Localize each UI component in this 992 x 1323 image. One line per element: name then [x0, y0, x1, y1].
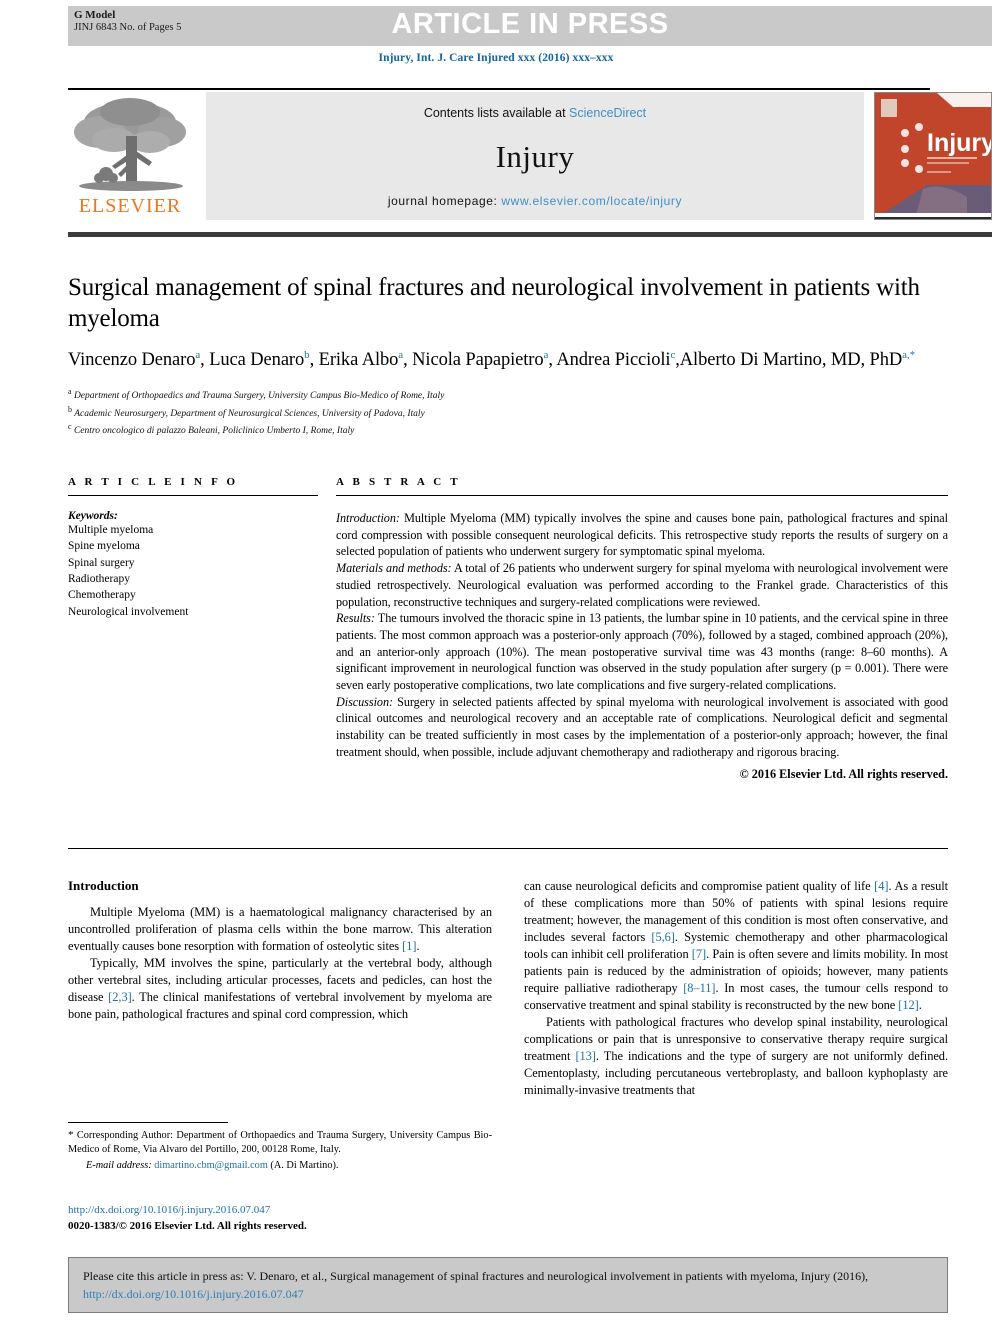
journal-cover-thumbnail: Injury: [874, 92, 992, 220]
article-info-heading: A R T I C L E I N F O: [68, 476, 239, 488]
citation-reference[interactable]: [2,3]: [108, 990, 132, 1004]
author-affiliation-marker: b: [304, 349, 310, 361]
journal-citation-line: Injury, Int. J. Care Injured xxx (2016) …: [378, 52, 614, 64]
affiliation-item: a Department of Orthopaedics and Trauma …: [68, 386, 445, 401]
citation-reference[interactable]: [8–11]: [683, 981, 715, 995]
abstract-section-label: Materials and methods:: [336, 561, 452, 576]
email-owner: (A. Di Martino).: [270, 1160, 339, 1172]
abstract-heading: A B S T R A C T: [336, 476, 461, 488]
keyword-item: Chemotherapy: [68, 589, 136, 602]
author-affiliation-marker: a: [195, 349, 201, 361]
citation-reference[interactable]: [12]: [898, 998, 919, 1012]
doi-link[interactable]: http://dx.doi.org/10.1016/j.injury.2016.…: [68, 1203, 492, 1219]
abstract-copyright: © 2016 Elsevier Ltd. All rights reserved…: [739, 766, 948, 781]
corresponding-author-text: Corresponding Author: Department of Orth…: [68, 1130, 492, 1156]
article-title-block: Surgical management of spinal fractures …: [68, 272, 948, 439]
journal-homepage-line: journal homepage: www.elsevier.com/locat…: [388, 194, 682, 208]
info-abstract-section: A R T I C L E I N F O A B S T R A C T Ke…: [68, 476, 948, 782]
author-affiliation-marker: a: [398, 349, 404, 361]
abstract-paragraph: Discussion: Surgery in selected patients…: [336, 694, 948, 759]
keyword-item: Neurological involvement: [68, 605, 189, 618]
journal-banner: Contents lists available at ScienceDirec…: [206, 92, 864, 220]
elsevier-wordmark: ELSEVIER: [78, 195, 182, 217]
email-label: E-mail address:: [86, 1160, 152, 1172]
affiliation-item: c Centro oncologico di palazzo Baleani, …: [68, 422, 355, 437]
cite-doi-link[interactable]: http://dx.doi.org/10.1016/j.injury.2016.…: [83, 1287, 304, 1301]
doi-and-issn-block: http://dx.doi.org/10.1016/j.injury.2016.…: [68, 1203, 492, 1235]
contents-prefix: Contents lists available at: [423, 106, 570, 120]
contents-available-line: Contents lists available at ScienceDirec…: [424, 106, 646, 120]
citation-reference[interactable]: [1]: [402, 939, 416, 953]
keywords-block: Keywords: Multiple myeloma Spine myeloma S…: [68, 510, 318, 782]
introduction-heading: Introduction: [68, 878, 139, 893]
keywords-items: Multiple myeloma Spine myeloma Spinal surg…: [68, 522, 318, 620]
affiliation-item: b Academic Neurosurgery, Department of N…: [68, 404, 425, 419]
journal-cover-image: Injury: [875, 93, 991, 219]
body-paragraph: Multiple Myeloma (MM) is a haematologica…: [68, 905, 492, 953]
body-columns: Introduction Multiple Myeloma (MM) is a …: [68, 878, 948, 1099]
citation-reference[interactable]: [4]: [874, 879, 888, 893]
corresponding-author-footnote: * Corresponding Author: Department of Or…: [68, 1128, 492, 1174]
author-affiliation-marker: c: [670, 349, 676, 361]
body-column-right: can cause neurological deficits and comp…: [524, 878, 948, 1099]
issn-copyright-line: 0020-1383/© 2016 Elsevier Ltd. All right…: [68, 1219, 307, 1232]
article-info-divider: [68, 495, 318, 496]
citation-reference[interactable]: [7]: [692, 947, 706, 961]
keyword-item: Spinal surgery: [68, 556, 135, 569]
abstract-section-label: Discussion:: [336, 694, 394, 709]
elsevier-tree-icon: [74, 98, 186, 191]
cite-prefix: Please cite this article in press as: V.…: [83, 1269, 869, 1283]
keywords-label: Keywords:: [68, 510, 118, 522]
email-link[interactable]: dimartino.cbm@gmail.com: [154, 1160, 268, 1171]
abstract-divider: [336, 495, 948, 496]
author-name: Vincenzo Denaro: [68, 350, 196, 371]
body-paragraph: Typically, MM involves the spine, partic…: [68, 955, 492, 1021]
author-affiliation-marker: a: [543, 349, 549, 361]
author-name: Luca Denaro: [209, 350, 305, 371]
author-name: Alberto Di Martino, MD, PhD: [679, 350, 903, 371]
author-name: Andrea Piccioli: [556, 350, 671, 371]
email-line: E-mail address: dimartino.cbm@gmail.com …: [68, 1159, 492, 1173]
keyword-item: Radiotherapy: [68, 572, 130, 585]
abstract-paragraph: Introduction: Multiple Myeloma (MM) typi…: [336, 511, 948, 559]
affiliation-list: a Department of Orthopaedics and Trauma …: [68, 386, 948, 440]
footnote-divider: [68, 1122, 228, 1123]
body-paragraph: can cause neurological deficits and comp…: [524, 879, 948, 1012]
author-list: Vincenzo Denaroa, Luca Denarob, Erika Al…: [68, 349, 915, 371]
header-top-divider: [68, 88, 930, 90]
corresponding-author-line: * Corresponding Author: Department of Or…: [68, 1128, 492, 1157]
sciencedirect-link[interactable]: ScienceDirect: [569, 106, 646, 120]
header-bottom-divider: [68, 232, 992, 237]
abstract-section-label: Introduction:: [336, 511, 400, 525]
intro-right-paragraphs: can cause neurological deficits and comp…: [524, 878, 948, 1099]
body-top-divider: [68, 848, 948, 849]
cite-text: Please cite this article in press as: V.…: [83, 1267, 933, 1303]
body-column-left: Introduction Multiple Myeloma (MM) is a …: [68, 878, 492, 1099]
citation-reference[interactable]: [13]: [575, 1049, 596, 1063]
body-paragraph: Patients with pathological fractures who…: [524, 1014, 948, 1097]
author-name: Erika Albo: [318, 350, 399, 371]
abstract-paragraph: Materials and methods: A total of 26 pat…: [336, 561, 948, 609]
abstract-paragraphs: Introduction: Multiple Myeloma (MM) typi…: [336, 510, 948, 761]
abstract-block: Introduction: Multiple Myeloma (MM) typi…: [336, 510, 948, 782]
intro-left-paragraphs: Multiple Myeloma (MM) is a haematologica…: [68, 904, 492, 1023]
author-name: Nicola Papapietro: [412, 350, 544, 371]
abstract-section-label: Results:: [336, 611, 375, 626]
article-in-press-banner: G Model JINJ 6843 No. of Pages 5 ARTICLE…: [68, 6, 992, 46]
author-affiliation-marker: a,*: [902, 349, 915, 361]
abstract-paragraph: Results: The tumours involved the thorac…: [336, 611, 948, 693]
sciencedirect-header: ELSEVIER Contents lists available at Sci…: [68, 92, 992, 222]
homepage-prefix: journal homepage:: [387, 194, 502, 208]
cite-this-article-box: Please cite this article in press as: V.…: [68, 1257, 948, 1313]
page-title: Surgical management of spinal fractures …: [68, 274, 920, 332]
svg-text:Injury: Injury: [927, 129, 991, 157]
elsevier-logo: ELSEVIER: [68, 92, 194, 220]
citation-reference[interactable]: [5,6]: [651, 930, 675, 944]
article-in-press-label: ARTICLE IN PRESS: [391, 8, 669, 40]
keyword-item: Spine myeloma: [68, 540, 140, 553]
journal-homepage-link[interactable]: www.elsevier.com/locate/injury: [501, 194, 682, 208]
journal-name-heading: Injury: [495, 139, 575, 174]
keyword-item: Multiple myeloma: [68, 524, 154, 536]
